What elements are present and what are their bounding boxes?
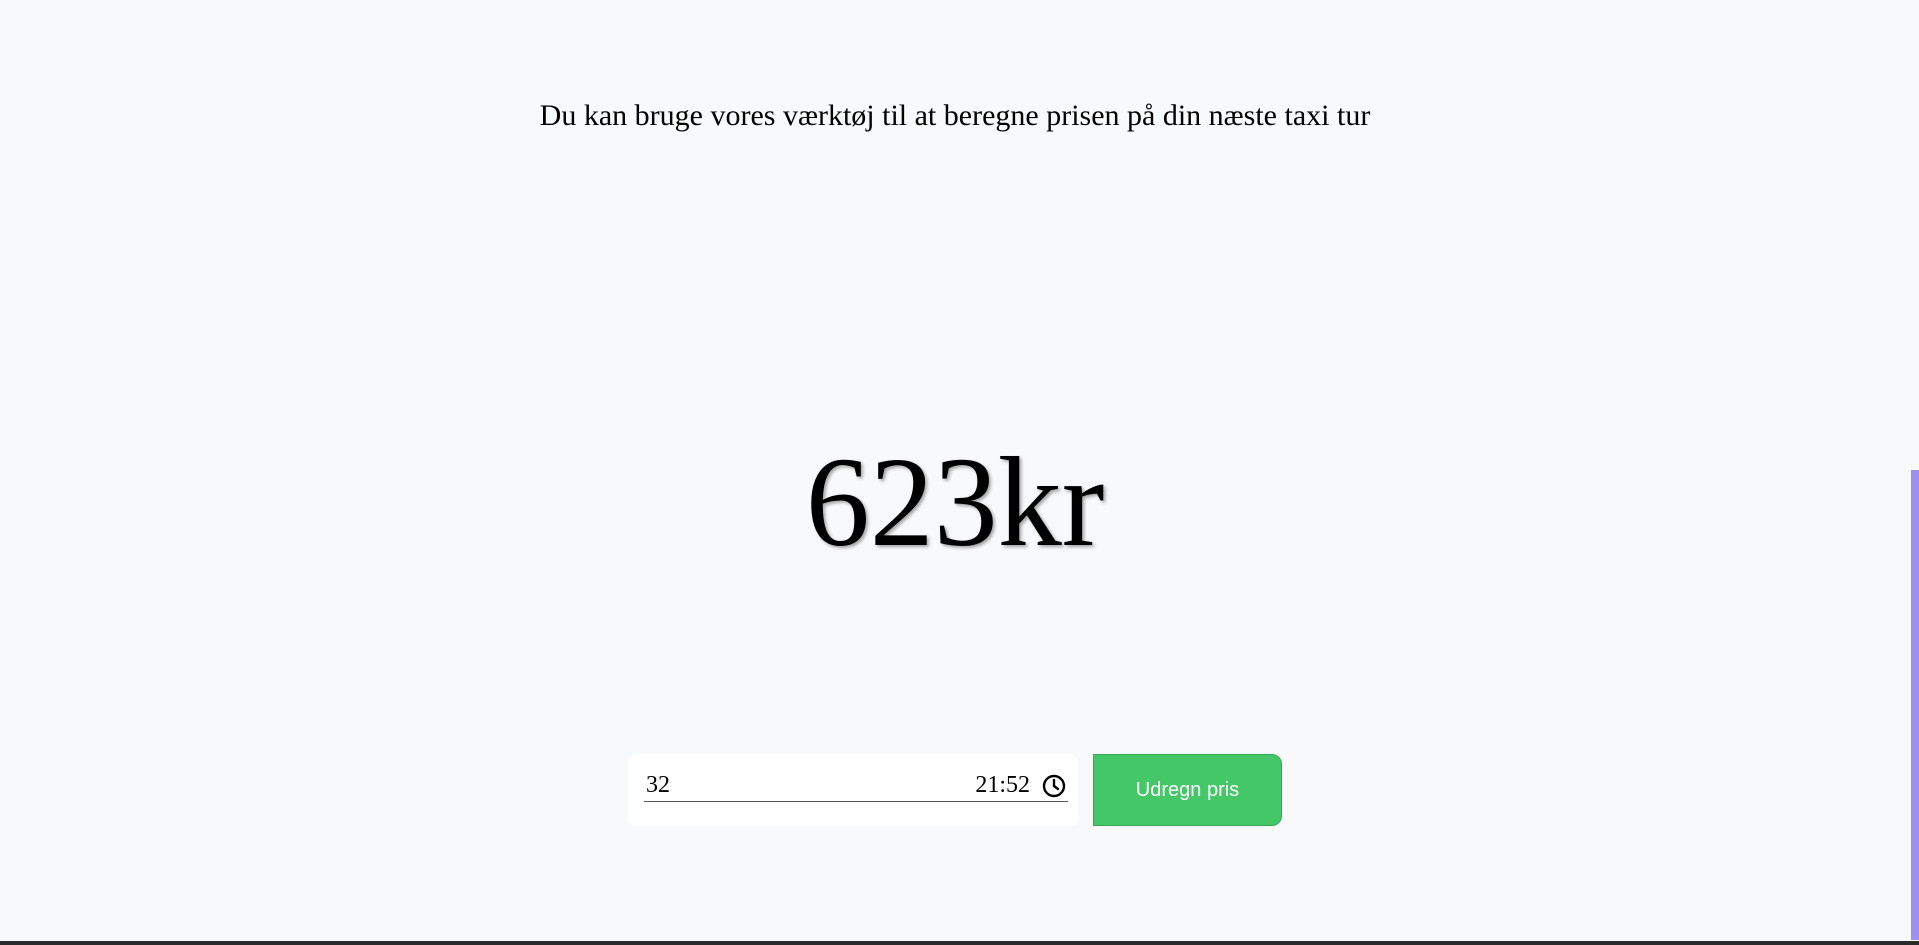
bottom-edge — [0, 941, 1919, 945]
calculate-price-button[interactable]: Udregn pris — [1093, 754, 1282, 826]
distance-input[interactable] — [644, 770, 898, 800]
time-input[interactable]: 21:52 — [975, 770, 1030, 800]
price-form: 21:52 Udregn pris — [628, 754, 1282, 826]
price-result: 623kr — [805, 431, 1105, 573]
intro-text: Du kan bruge vores værktøj til at beregn… — [539, 99, 1371, 132]
taxi-price-page: Du kan bruge vores værktøj til at beregn… — [0, 0, 1919, 945]
scrollbar-thumb[interactable] — [1911, 470, 1919, 940]
clock-icon[interactable] — [1040, 772, 1068, 800]
input-container: 21:52 — [628, 754, 1078, 826]
